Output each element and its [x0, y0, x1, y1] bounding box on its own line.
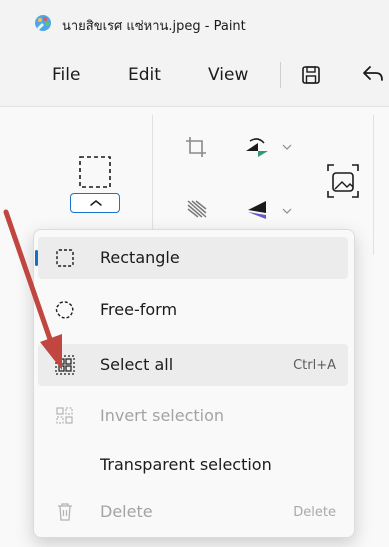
- crop-icon[interactable]: [184, 135, 208, 159]
- save-icon[interactable]: [300, 64, 322, 86]
- menu-item-shortcut: Ctrl+A: [293, 358, 336, 373]
- rotate-icon[interactable]: [244, 137, 270, 159]
- chevron-down-icon[interactable]: [282, 143, 292, 151]
- rectangle-select-icon: [56, 249, 74, 267]
- title-bar: นายสิขเรศ แซ่หาน.jpeg - Paint: [0, 0, 389, 44]
- selected-indicator: [35, 250, 38, 266]
- resize-icon[interactable]: [184, 197, 210, 221]
- trash-icon: [58, 503, 72, 521]
- menu-item-select-all[interactable]: Select all Ctrl+A: [38, 344, 348, 386]
- paint-app-icon: [35, 15, 51, 31]
- menu-item-label: Select all: [100, 355, 174, 374]
- menu-item-shortcut: Delete: [293, 505, 336, 520]
- chevron-up-icon: [90, 200, 102, 206]
- select-all-icon: [55, 355, 75, 375]
- menu-file[interactable]: File: [52, 65, 80, 85]
- menu-item-free-form[interactable]: Free-form: [38, 289, 348, 331]
- menu-item-label: Rectangle: [100, 248, 180, 267]
- menu-item-invert-selection: Invert selection: [38, 395, 348, 437]
- ribbon-separator: [373, 115, 374, 255]
- flip-icon[interactable]: [244, 199, 270, 221]
- menu-item-delete: Delete Delete: [38, 491, 348, 533]
- selection-options-button[interactable]: [70, 193, 120, 213]
- menu-view[interactable]: View: [208, 65, 248, 85]
- menu-separator: [280, 62, 281, 88]
- selection-dropdown-menu: Rectangle Free-form Select all Ctrl+A In…: [33, 229, 355, 538]
- menu-edit[interactable]: Edit: [128, 65, 161, 85]
- invert-selection-icon: [56, 407, 73, 424]
- menu-item-label: Invert selection: [100, 406, 225, 425]
- chevron-down-icon[interactable]: [282, 207, 292, 215]
- menu-item-label: Transparent selection: [100, 455, 272, 474]
- selection-rectangle-icon[interactable]: [78, 155, 112, 189]
- menu-item-transparent-selection[interactable]: Transparent selection: [38, 444, 348, 486]
- menu-item-label: Free-form: [100, 300, 178, 319]
- window-title: นายสิขเรศ แซ่หาน.jpeg - Paint: [62, 19, 246, 34]
- image-tools-icon[interactable]: [326, 163, 360, 199]
- freeform-select-icon: [55, 301, 74, 319]
- menu-item-label: Delete: [100, 502, 153, 521]
- undo-icon[interactable]: [360, 64, 384, 86]
- menu-bar: File Edit View: [0, 44, 389, 106]
- menu-item-rectangle[interactable]: Rectangle: [35, 237, 348, 279]
